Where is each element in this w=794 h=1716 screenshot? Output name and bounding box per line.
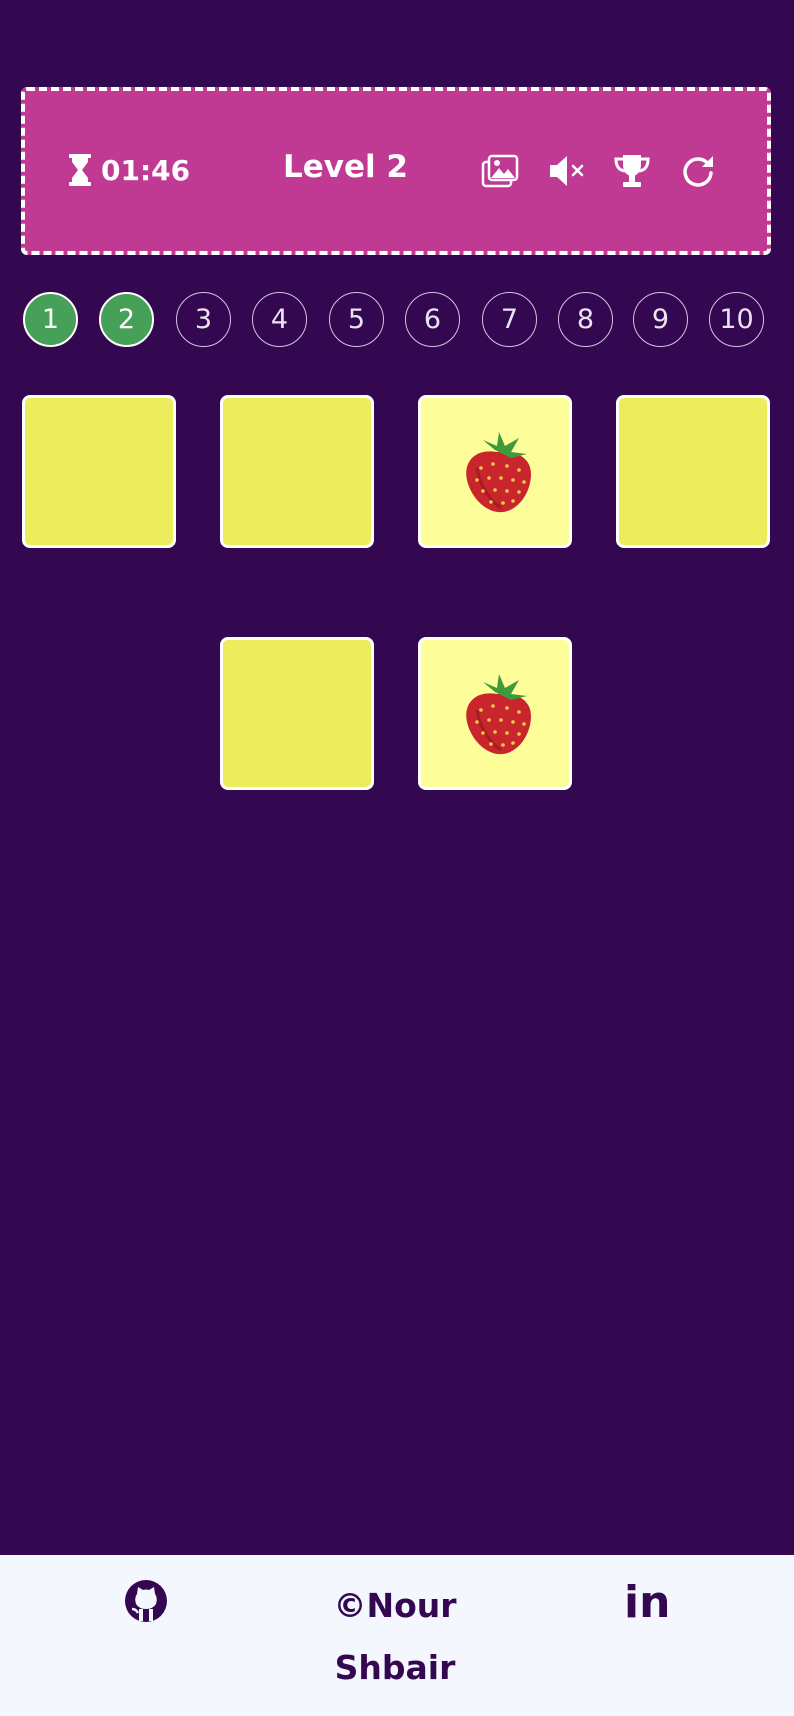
memory-card-6[interactable]: [418, 637, 572, 790]
level-button-9[interactable]: 9: [633, 292, 688, 347]
level-button-1[interactable]: 1: [23, 292, 78, 347]
level-selector: 1 2 3 4 5 6 7 8 9 10: [0, 292, 794, 350]
strawberry-icon: [466, 432, 531, 513]
memory-card-1[interactable]: [22, 395, 176, 548]
trophy-icon[interactable]: [611, 151, 653, 191]
level-button-6[interactable]: 6: [405, 292, 460, 347]
level-button-3[interactable]: 3: [176, 292, 231, 347]
linkedin-icon[interactable]: in: [624, 1577, 670, 1628]
mute-icon[interactable]: [545, 151, 587, 191]
memory-card-5[interactable]: [220, 637, 374, 790]
footer: ©Nour Shbair in: [0, 1555, 794, 1716]
copyright-credit: ©Nour Shbair: [333, 1586, 457, 1687]
hourglass-icon: [69, 154, 91, 186]
level-button-8[interactable]: 8: [558, 292, 613, 347]
github-icon[interactable]: [124, 1579, 168, 1623]
level-button-5[interactable]: 5: [329, 292, 384, 347]
memory-card-4[interactable]: [616, 395, 770, 548]
level-button-7[interactable]: 7: [482, 292, 537, 347]
memory-card-2[interactable]: [220, 395, 374, 548]
level-button-2[interactable]: 2: [99, 292, 154, 347]
image-icon[interactable]: [479, 151, 521, 191]
timer-value: 01:46: [101, 153, 191, 187]
strawberry-icon: [466, 674, 531, 755]
restart-icon[interactable]: [677, 151, 719, 191]
level-title: Level 2: [283, 149, 408, 185]
timer: 01:46: [67, 153, 190, 187]
level-button-4[interactable]: 4: [252, 292, 307, 347]
level-button-10[interactable]: 10: [709, 292, 764, 347]
game-header: 01:46 Level 2: [21, 87, 771, 255]
memory-card-3[interactable]: [418, 395, 572, 548]
